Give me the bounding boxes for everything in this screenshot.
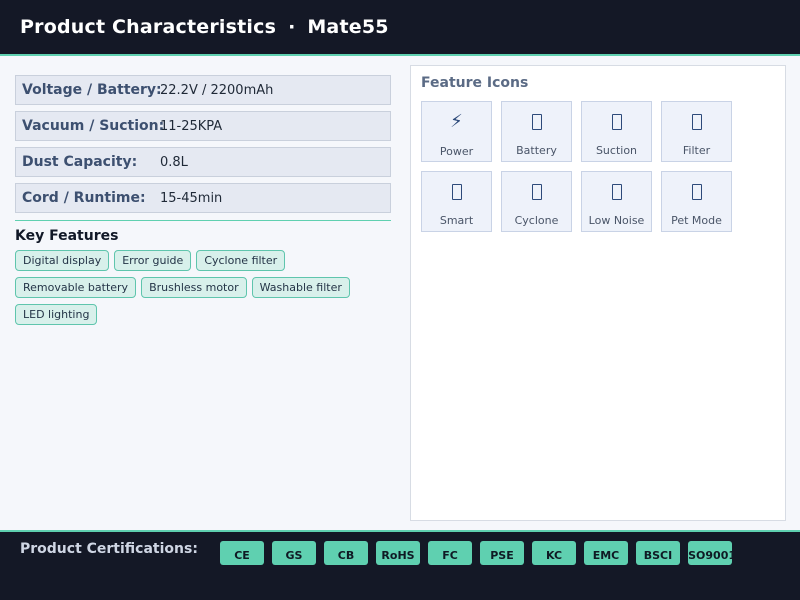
lightning-icon: ⚡ xyxy=(450,111,463,132)
smart-icon xyxy=(451,184,462,200)
feature-card-cyclone: Cyclone xyxy=(501,171,572,232)
spec-row-runtime: Cord / Runtime: 15-45min xyxy=(15,183,391,213)
section-divider xyxy=(15,220,391,221)
cert-badge: EMC xyxy=(584,541,628,565)
model-name: Mate55 xyxy=(307,16,389,38)
feature-card-label: Smart xyxy=(439,214,474,227)
feature-card-low-noise: Low Noise xyxy=(581,171,652,232)
feature-card-label: Pet Mode xyxy=(671,214,722,227)
feature-chip: Brushless motor xyxy=(141,277,247,298)
cert-badge: RoHS xyxy=(376,541,420,565)
certifications-footer: Product Certifications: CE GS CB RoHS FC… xyxy=(0,530,800,600)
feature-chip: LED lighting xyxy=(15,304,98,325)
cert-badge: FC xyxy=(428,541,472,565)
feature-card-label: Filter xyxy=(682,144,711,157)
cert-badge: CE xyxy=(220,541,264,565)
title-separator: · xyxy=(288,16,296,38)
feature-card-filter: Filter xyxy=(661,101,732,162)
feature-chip: Error guide xyxy=(114,250,192,271)
key-features-title: Key Features xyxy=(15,228,119,244)
feature-icons-title: Feature Icons xyxy=(421,75,529,91)
key-features-list: Digital display Error guide Cyclone filt… xyxy=(15,250,391,325)
cert-badge: KC xyxy=(532,541,576,565)
spec-value: 0.8L xyxy=(160,154,188,170)
page-title: Product Characteristics xyxy=(20,16,277,38)
cert-badge: PSE xyxy=(480,541,524,565)
pet-mode-icon xyxy=(691,184,702,200)
feature-icons-panel: Feature Icons ⚡ Power Battery Suction Fi… xyxy=(410,65,786,521)
feature-card-suction: Suction xyxy=(581,101,652,162)
specs-panel: Voltage / Battery: 22.2V / 2200mAh Vacuu… xyxy=(15,75,391,325)
cert-badge: GS xyxy=(272,541,316,565)
spec-value: 22.2V / 2200mAh xyxy=(160,82,274,98)
feature-card-label: Suction xyxy=(595,144,638,157)
cert-badge: CB xyxy=(324,541,368,565)
feature-card-label: Power xyxy=(439,145,474,158)
header-bar: Product Characteristics · Mate55 xyxy=(0,0,800,56)
certification-badges: CE GS CB RoHS FC PSE KC EMC BSCI ISO9001 xyxy=(220,541,732,565)
feature-icons-grid: ⚡ Power Battery Suction Filter Smart Cyc… xyxy=(421,101,732,232)
battery-icon xyxy=(531,114,542,130)
cert-badge: ISO9001 xyxy=(688,541,732,565)
feature-card-label: Cyclone xyxy=(514,214,559,227)
feature-card-label: Low Noise xyxy=(588,214,645,227)
cyclone-icon xyxy=(531,184,542,200)
spec-row-vacuum: Vacuum / Suction: 11-25KPA xyxy=(15,111,391,141)
suction-icon xyxy=(611,114,622,130)
spec-label: Cord / Runtime: xyxy=(22,190,146,206)
spec-label: Vacuum / Suction: xyxy=(22,118,165,134)
low-noise-icon xyxy=(611,184,622,200)
spec-row-voltage: Voltage / Battery: 22.2V / 2200mAh xyxy=(15,75,391,105)
feature-card-pet-mode: Pet Mode xyxy=(661,171,732,232)
spec-value: 11-25KPA xyxy=(160,118,223,134)
feature-card-power: ⚡ Power xyxy=(421,101,492,162)
feature-chip: Cyclone filter xyxy=(196,250,286,271)
feature-card-battery: Battery xyxy=(501,101,572,162)
filter-icon xyxy=(691,114,702,130)
spec-label: Voltage / Battery: xyxy=(22,82,162,98)
feature-card-label: Battery xyxy=(516,144,557,157)
feature-chip: Washable filter xyxy=(251,277,350,298)
feature-card-smart: Smart xyxy=(421,171,492,232)
spec-value: 15-45min xyxy=(160,190,223,206)
spec-label: Dust Capacity: xyxy=(22,154,138,170)
spec-row-dust: Dust Capacity: 0.8L xyxy=(15,147,391,177)
cert-badge: BSCI xyxy=(636,541,680,565)
feature-chip: Removable battery xyxy=(15,277,137,298)
feature-chip: Digital display xyxy=(15,250,110,271)
certifications-title: Product Certifications: xyxy=(20,541,198,557)
